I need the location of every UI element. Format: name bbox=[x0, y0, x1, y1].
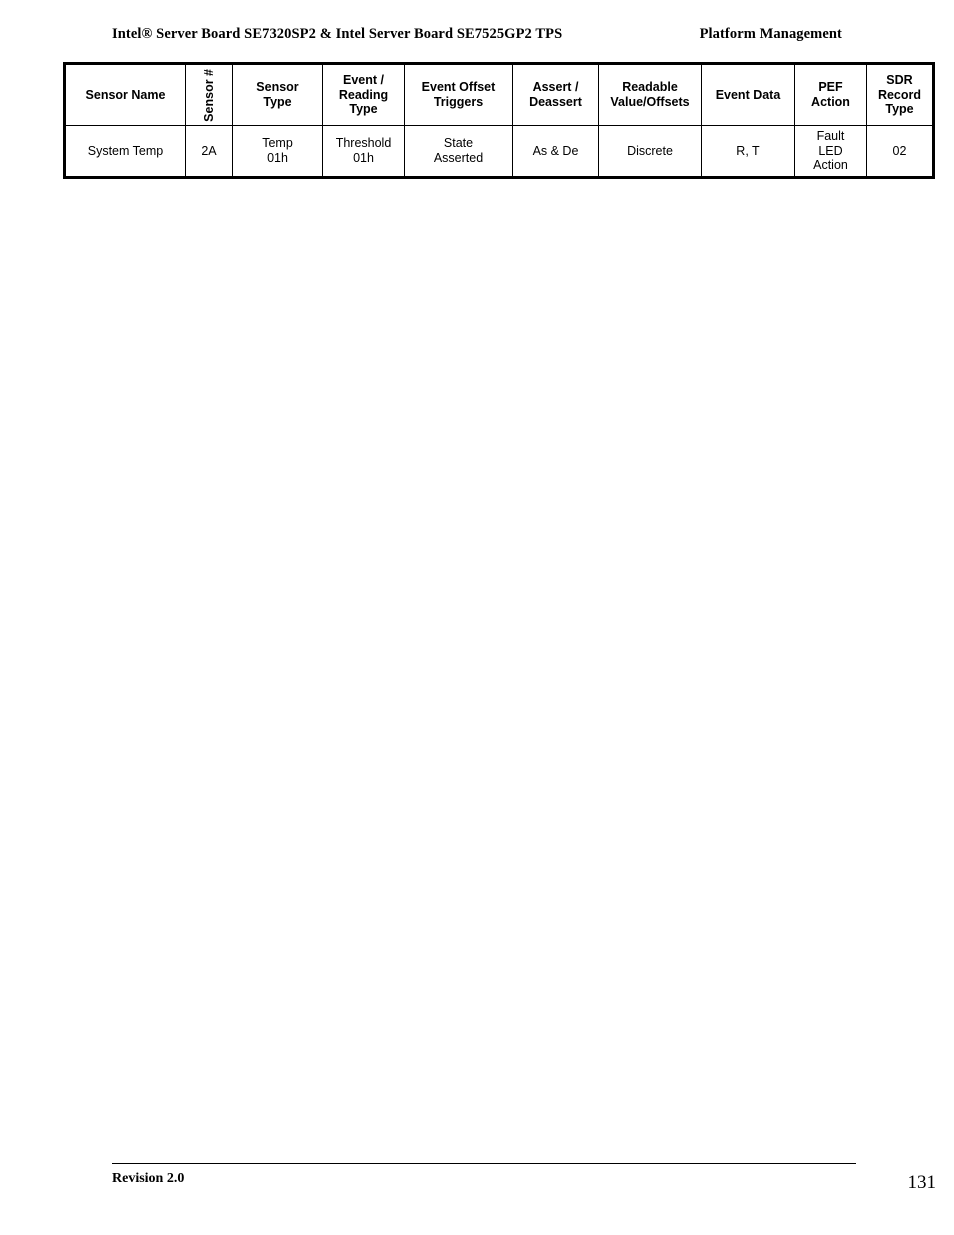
page-running-header: Intel® Server Board SE7320SP2 & Intel Se… bbox=[112, 26, 842, 43]
cell-sdr-record-type: 02 bbox=[866, 125, 934, 178]
table-row: System Temp 2A Temp 01h Threshold 01h St… bbox=[64, 125, 934, 178]
cell-event-reading-type: Threshold 01h bbox=[322, 125, 405, 178]
column-header-sdr-record-type: SDR Record Type bbox=[866, 63, 934, 126]
column-header-assert-deassert: Assert / Deassert bbox=[512, 63, 599, 126]
column-header-sensor-type: Sensor Type bbox=[232, 63, 323, 126]
document-title: Intel® Server Board SE7320SP2 & Intel Se… bbox=[112, 26, 563, 42]
chapter-title: Platform Management bbox=[699, 26, 842, 42]
footer-divider-rule bbox=[112, 1163, 856, 1164]
column-header-readable-value-offsets: Readable Value/Offsets bbox=[598, 63, 702, 126]
cell-pef-action: Fault LED Action bbox=[794, 125, 867, 178]
cell-sensor-number: 2A bbox=[185, 125, 233, 178]
cell-sensor-type: Temp 01h bbox=[232, 125, 323, 178]
cell-event-data: R, T bbox=[701, 125, 795, 178]
column-header-pef-action: PEF Action bbox=[794, 63, 867, 126]
document-revision: Revision 2.0 bbox=[112, 1171, 185, 1186]
column-header-event-reading-type: Event / Reading Type bbox=[322, 63, 405, 126]
cell-assert-deassert: As & De bbox=[512, 125, 599, 178]
cell-readable-value-offsets: Discrete bbox=[598, 125, 702, 178]
column-header-sensor-name: Sensor Name bbox=[64, 63, 186, 126]
table-header-row: Sensor Name Sensor # Sensor Type Event /… bbox=[64, 63, 934, 126]
column-header-event-offset-triggers: Event Offset Triggers bbox=[404, 63, 513, 126]
cell-event-offset-triggers: State Asserted bbox=[404, 125, 513, 178]
column-header-sensor-number-label: Sensor # bbox=[201, 68, 216, 122]
table-body: System Temp 2A Temp 01h Threshold 01h St… bbox=[64, 125, 934, 178]
page-number: 131 bbox=[907, 1172, 937, 1193]
page-running-footer: Revision 2.0 131 bbox=[112, 1163, 936, 1193]
cell-sensor-name: System Temp bbox=[64, 125, 186, 178]
column-header-event-data: Event Data bbox=[701, 63, 795, 126]
column-header-sensor-number: Sensor # bbox=[185, 63, 233, 126]
table-header-row-group: Sensor Name Sensor # Sensor Type Event /… bbox=[64, 63, 934, 126]
sensor-definition-table: Sensor Name Sensor # Sensor Type Event /… bbox=[63, 62, 935, 179]
sensor-table-container: Sensor Name Sensor # Sensor Type Event /… bbox=[63, 62, 935, 179]
